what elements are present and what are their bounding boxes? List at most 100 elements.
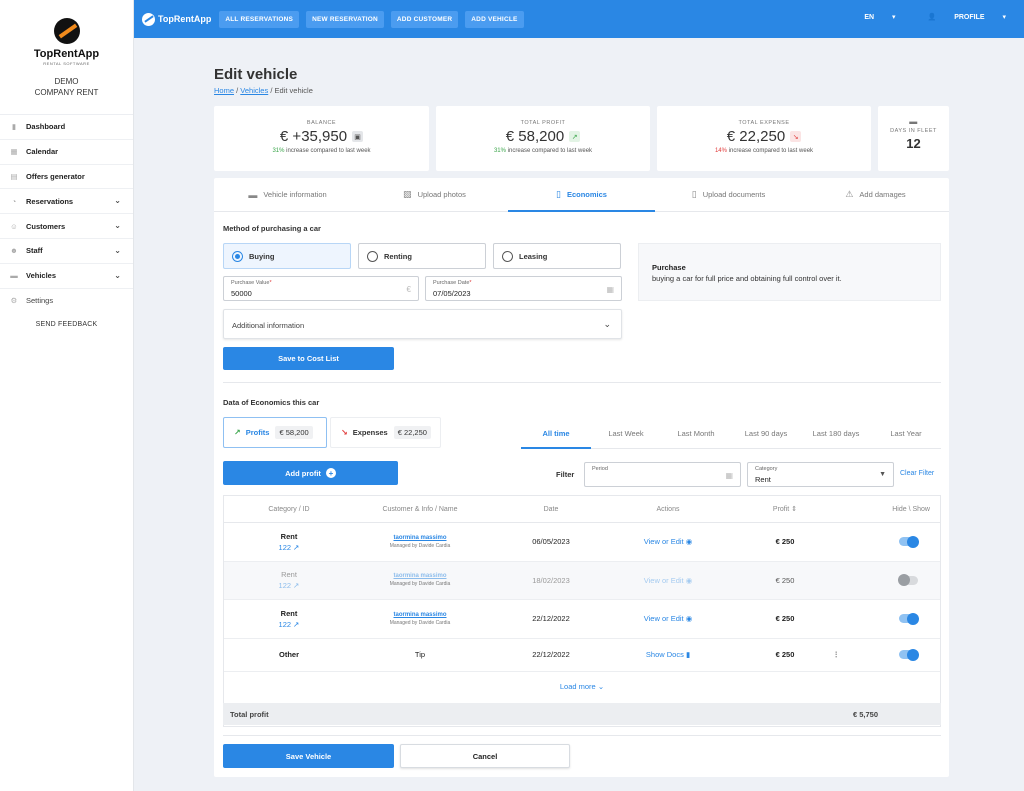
add-customer-button[interactable]: ADD CUSTOMER (390, 10, 459, 28)
total-expense-card: TOTAL EXPENSE € 22,250 ↘ 14% increase com… (657, 106, 871, 171)
warning-icon: ⚠ (845, 189, 854, 199)
tab-add-damages[interactable]: ⚠ Add damages (802, 178, 949, 211)
tab-upload-documents[interactable]: ▯ Upload documents (655, 178, 802, 211)
sort-profit-header[interactable]: Profit ⇕ (720, 505, 850, 513)
tab-last-month[interactable]: Last Month (661, 418, 731, 448)
period-filter-field[interactable]: Period ▦ (584, 462, 741, 487)
tab-economics[interactable]: ▯ Economics (508, 178, 655, 212)
view-edit-link[interactable]: View or Edit ◉ (616, 576, 720, 585)
sidebar-item-staff[interactable]: ☻ Staff ⌄ (0, 239, 133, 264)
sidebar-logo[interactable]: TopRentApp RENTAL SOFTWARE DEMO COMPANY … (0, 0, 133, 114)
filter-label: Filter (556, 470, 575, 479)
document-icon: ▮ (685, 650, 691, 659)
offer-icon: ▤ (10, 171, 18, 181)
external-link-icon: ↗ (293, 581, 300, 591)
category-filter-select[interactable]: Category Rent ▼ (747, 462, 894, 487)
reservations-icon: ◔ (11, 196, 17, 206)
more-vertical-icon[interactable]: ⋮ (833, 650, 841, 659)
load-more-button[interactable]: Load more ⌄ (224, 672, 940, 702)
document-money-icon: ▯ (556, 189, 561, 199)
breadcrumb-vehicles[interactable]: Vehicles (240, 86, 268, 95)
table-row: Rent 122 ↗ taormina massimo Managed by Dav… (224, 600, 940, 639)
sidebar-item-dashboard[interactable]: ▮ Dashboard (0, 115, 133, 140)
visibility-toggle[interactable] (899, 535, 919, 548)
section-divider (223, 735, 941, 736)
external-link-icon: ↗ (293, 619, 300, 629)
tab-last-180-days[interactable]: Last 180 days (801, 418, 871, 448)
customer-link[interactable]: taormina massimo (354, 612, 486, 618)
purchase-date-field[interactable]: Purchase Date* 07/05/2023 ▦ (425, 276, 622, 301)
arrow-up-icon: ↗ (569, 131, 581, 142)
balance-value: € +35,950 (279, 128, 348, 145)
customer-link[interactable]: taormina massimo (354, 573, 486, 579)
radio-icon (367, 250, 378, 262)
visibility-toggle[interactable] (899, 612, 919, 625)
new-reservation-button[interactable]: NEW RESERVATION (306, 10, 384, 28)
topbar-logo[interactable]: TopRentApp (142, 12, 211, 26)
add-vehicle-button[interactable]: ADD VEHICLE (465, 10, 524, 28)
breadcrumb: Home / Vehicles / Edit vehicle (214, 86, 313, 95)
show-docs-link[interactable]: Show Docs ▮ (616, 650, 720, 659)
logo-icon (142, 12, 155, 26)
save-vehicle-button[interactable]: Save Vehicle (223, 744, 394, 768)
purchase-info-box: Purchase buying a car for full price and… (638, 243, 941, 301)
sidebar-item-reservations[interactable]: ◔ Reservations ⌄ (0, 189, 133, 215)
sidebar-item-offers[interactable]: ▤ Offers generator (0, 165, 133, 190)
visibility-toggle[interactable] (899, 648, 919, 661)
radio-leasing[interactable]: Leasing (493, 243, 621, 269)
car-icon: ▬ (10, 271, 18, 281)
breadcrumb-home[interactable]: Home (214, 86, 234, 95)
chevron-down-icon: ⌄ (603, 319, 611, 329)
calendar-icon: ▦ (606, 285, 614, 294)
chevron-down-icon: ⌄ (597, 682, 605, 691)
radio-icon (232, 250, 243, 262)
money-icon: ▣ (352, 131, 364, 142)
add-profit-button[interactable]: Add profit + (223, 461, 398, 485)
sidebar-item-vehicles[interactable]: ▬ Vehicles ⌄ (0, 264, 133, 289)
tab-last-week[interactable]: Last Week (591, 418, 661, 448)
send-feedback-link[interactable]: SEND FEEDBACK (0, 321, 133, 328)
calendar-icon: ▦ (10, 147, 18, 157)
tab-all-time[interactable]: All time (521, 418, 591, 449)
profits-toggle[interactable]: ↗ Profits € 58,200 (223, 417, 327, 448)
tab-last-year[interactable]: Last Year (871, 418, 941, 448)
sidebar-item-calendar[interactable]: ▦ Calendar (0, 140, 133, 165)
balance-card: BALANCE € +35,950 ▣ 31% increase compared… (214, 106, 429, 171)
radio-renting[interactable]: Renting (358, 243, 486, 269)
rental-id-link[interactable]: 122 ↗ (224, 543, 354, 552)
expenses-toggle[interactable]: ↘ Expenses € 22,250 (330, 417, 441, 448)
purchase-value-field[interactable]: Purchase Value* 50000 € (223, 276, 419, 301)
view-edit-link[interactable]: View or Edit ◉ (616, 614, 720, 623)
days-in-fleet-card: ▬ DAYS IN FLEET 12 (878, 106, 949, 171)
sidebar-menu: ▮ Dashboard ▦ Calendar ▤ Offers generator ◔… (0, 114, 133, 313)
all-reservations-button[interactable]: ALL RESERVATIONS (219, 10, 300, 28)
language-selector[interactable]: EN ▾ (848, 13, 895, 21)
customer-link[interactable]: taormina massimo (354, 535, 486, 541)
tab-vehicle-information[interactable]: ▬ Vehicle information (214, 178, 361, 211)
expense-value: € 22,250 (726, 128, 786, 145)
document-icon: ▯ (691, 189, 697, 199)
radio-buying[interactable]: Buying (223, 243, 351, 269)
top-navbar: TopRentApp ALL RESERVATIONS NEW RESERVAT… (134, 0, 1024, 38)
clear-filter-link[interactable]: Clear Filter (900, 470, 934, 477)
view-edit-link[interactable]: View or Edit ◉ (616, 537, 720, 546)
sidebar-item-settings[interactable]: ⚙ Settings (0, 289, 133, 314)
gear-icon: ⚙ (10, 296, 18, 306)
additional-information-accordion[interactable]: Additional information ⌄ (223, 309, 622, 339)
photo-icon: ▧ (403, 189, 412, 199)
tab-last-90-days[interactable]: Last 90 days (731, 418, 801, 448)
visibility-toggle[interactable] (898, 574, 918, 587)
breadcrumb-current: Edit vehicle (274, 86, 313, 95)
radio-icon (502, 250, 513, 262)
rental-id-link[interactable]: 122 ↗ (224, 581, 354, 590)
total-profit-value: € 5,750 (853, 709, 879, 719)
rental-id-link[interactable]: 122 ↗ (224, 620, 354, 629)
chevron-down-icon: ⌄ (114, 221, 121, 231)
save-to-cost-list-button[interactable]: Save to Cost List (223, 347, 394, 370)
profile-menu[interactable]: 👤 PROFILE ▾ (912, 13, 1006, 21)
cancel-button[interactable]: Cancel (400, 744, 570, 768)
sidebar-item-customers[interactable]: ☺ Customers ⌄ (0, 214, 133, 239)
chart-icon: ▮ (11, 122, 17, 132)
vehicle-tabs: ▬ Vehicle information ▧ Upload photos ▯ Eco… (214, 178, 949, 212)
tab-upload-photos[interactable]: ▧ Upload photos (361, 178, 508, 211)
